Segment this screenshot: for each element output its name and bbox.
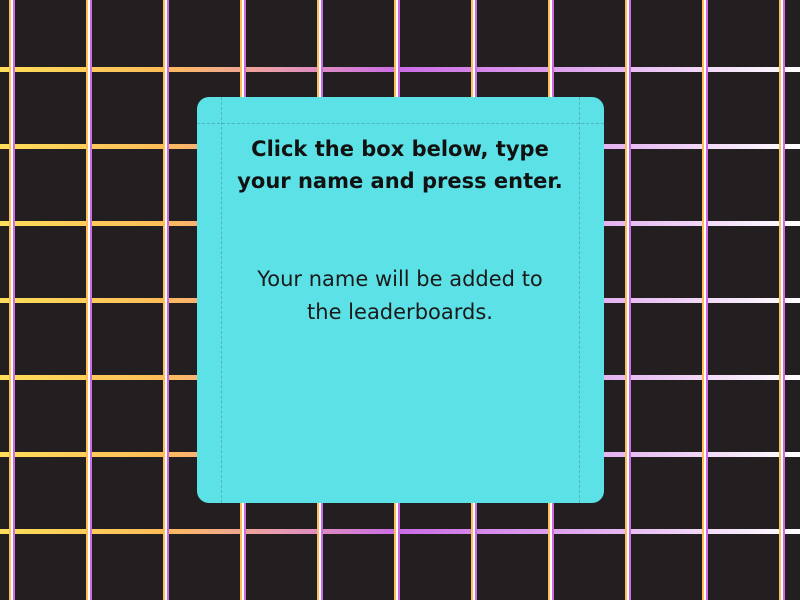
grid-line-vertical (702, 0, 708, 600)
info-line: Your name will be added to (257, 267, 543, 291)
instruction-line: Click the box below, type (251, 137, 549, 161)
card-guide-line (197, 123, 604, 124)
instruction-line: your name and press enter. (237, 169, 563, 193)
card-guide-line (221, 97, 222, 503)
grid-line-vertical (625, 0, 631, 600)
card-guide-line (579, 97, 580, 503)
grid-line-vertical (163, 0, 169, 600)
player-name-input[interactable] (225, 347, 579, 469)
grid-line-vertical (86, 0, 92, 600)
instruction-text: Click the box below, type your name and … (225, 133, 575, 197)
grid-line-vertical (779, 0, 785, 600)
grid-line-vertical (9, 0, 15, 600)
info-line: the leaderboards. (307, 300, 493, 324)
name-entry-card: Click the box below, type your name and … (197, 97, 604, 503)
leaderboard-info-text: Your name will be added to the leaderboa… (225, 263, 575, 329)
game-stage: Click the box below, type your name and … (0, 0, 800, 600)
